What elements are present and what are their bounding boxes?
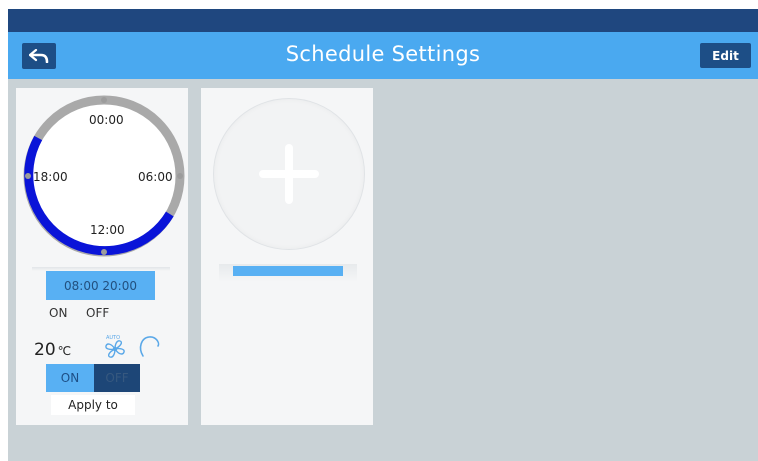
on-label: ON [49, 306, 68, 320]
clock-label-bottom: 12:00 [90, 223, 125, 237]
apply-to-button[interactable]: Apply to [51, 395, 135, 415]
temperature-value: 20 ℃ [34, 340, 71, 360]
swing-icon[interactable] [136, 334, 162, 360]
clock-label-right: 06:00 [138, 170, 173, 184]
schedule-clock: 00:00 06:00 12:00 18:00 [22, 94, 186, 258]
header-bar: Schedule Settings Edit [8, 32, 758, 79]
fan-auto-icon[interactable]: AUTO [101, 333, 129, 361]
toggle-on[interactable]: ON [46, 364, 94, 392]
edit-button[interactable]: Edit [700, 43, 751, 68]
on-off-toggle[interactable]: ON OFF [46, 364, 140, 392]
add-schedule-card[interactable] [201, 88, 373, 425]
fan-mode-label: AUTO [106, 335, 120, 341]
temperature-unit: ℃ [57, 344, 72, 358]
toggle-off[interactable]: OFF [94, 364, 140, 392]
status-bar [8, 9, 758, 32]
off-label: OFF [86, 306, 110, 320]
temperature-number: 20 [34, 340, 56, 360]
app-window: Schedule Settings Edit 00:00 06:00 12:00… [8, 32, 758, 461]
add-schedule-bar [233, 266, 343, 276]
schedule-card[interactable]: 00:00 06:00 12:00 18:00 08:00 20:00 ON O… [16, 88, 188, 425]
clock-label-top: 00:00 [89, 113, 124, 127]
time-range-button[interactable]: 08:00 20:00 [46, 271, 155, 300]
page-title: Schedule Settings [285, 42, 481, 66]
clock-label-left: 18:00 [33, 170, 68, 184]
add-schedule-button[interactable] [213, 98, 365, 250]
